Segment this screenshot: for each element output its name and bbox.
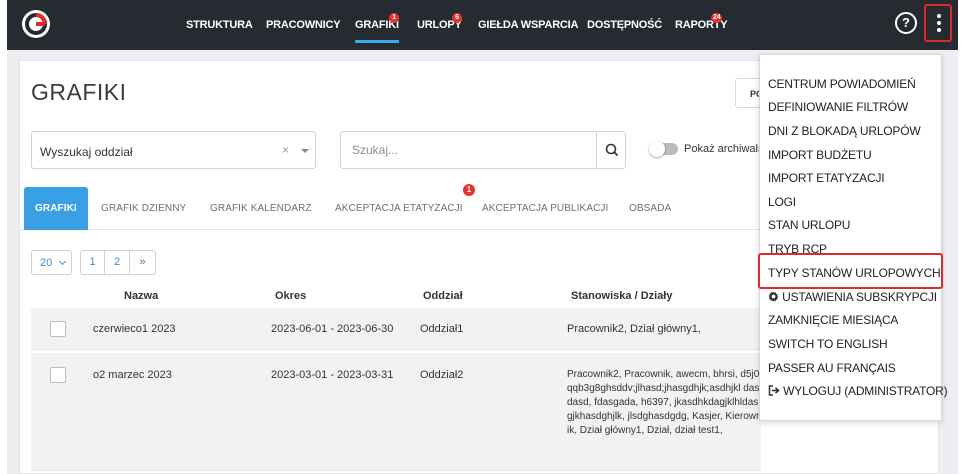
page-next-button[interactable]: » [129,250,156,275]
nav-badge-grafiki: 1 [389,13,399,23]
page-button-1[interactable]: 1 [80,250,105,275]
menu-item-import-etatyzacji[interactable]: IMPORT ETATYZACJI [768,171,885,185]
cell-name[interactable]: o2 marzec 2023 [93,369,172,381]
page-button-2[interactable]: 2 [104,250,130,275]
row-checkbox[interactable] [50,321,66,337]
nav-item-pracownicy[interactable]: PRACOWNICY [266,19,341,31]
kebab-dot-icon [937,28,941,32]
more-options-menu: CENTRUM POWIADOMIEŃ DEFINIOWANIE FILTRÓW… [759,54,948,421]
chevron-down-icon [58,257,67,266]
department-select-value: Wyszukaj oddział [40,145,133,159]
search-icon [605,143,619,157]
column-header-nazwa[interactable]: Nazwa [124,290,158,302]
menu-item-ustawienia-subskrypcji[interactable]: USTAWIENIA SUBSKRYPCJI [768,290,937,304]
menu-item-switch-to-english[interactable]: SWITCH TO ENGLISH [768,337,888,351]
app-logo-icon[interactable] [21,9,51,39]
clear-icon[interactable]: × [282,143,289,157]
more-menu-button[interactable] [924,4,952,42]
top-navbar: STRUKTURA PRACOWNICY GRAFIKI 1 URLOPY 6 … [7,0,958,50]
row-checkbox[interactable] [50,367,66,383]
menu-item-wyloguj[interactable]: WYLOGUJ (ADMINISTRATOR) [768,384,948,398]
tab-akceptacja-etatyzacji[interactable]: AKCEPTACJA ETATYZACJI [335,203,463,214]
logout-icon [768,385,780,396]
menu-item-definiowanie-filtrow[interactable]: DEFINIOWANIE FILTRÓW [768,100,908,114]
tab-badge: 1 [463,184,475,196]
menu-item-zamkniecie-miesiaca[interactable]: ZAMKNIĘCIE MIESIĄCA [768,313,898,327]
kebab-dot-icon [937,21,941,25]
tab-obsada[interactable]: OBSADA [629,203,671,214]
kebab-dot-icon [937,14,941,18]
cell-name[interactable]: czerwieco1 2023 [93,323,176,335]
search-field [340,131,626,169]
nav-item-raporty[interactable]: RAPORTY 24 [675,13,728,31]
search-button[interactable] [596,132,626,168]
menu-item-import-budzetu[interactable]: IMPORT BUDŻETU [768,148,872,162]
highlight-outline [758,253,943,289]
tab-grafik-dzienny[interactable]: GRAFIK DZIENNY [101,203,186,214]
nav-badge-urlopy: 6 [452,13,462,23]
column-header-okres[interactable]: Okres [275,290,306,302]
cell-department: Oddział2 [420,369,464,381]
page-title: GRAFIKI [31,79,127,105]
archive-toggle[interactable] [649,141,678,157]
column-header-oddzial[interactable]: Oddział [423,290,463,302]
nav-item-urlopy[interactable]: URLOPY 6 [417,13,462,31]
nav-item-gielda-wsparcia[interactable]: GIEŁDA WSPARCIA [478,19,578,31]
help-icon[interactable]: ? [895,12,917,34]
nav-item-struktura[interactable]: STRUKTURA [186,19,253,31]
tab-grafik-kalendarz[interactable]: GRAFIK KALENDARZ [210,203,312,214]
menu-item-logi[interactable]: LOGI [768,195,796,209]
nav-item-dostepnosc[interactable]: DOSTĘPNOŚĆ [587,19,662,31]
menu-item-dni-z-blokada-urlopow[interactable]: DNI Z BLOKADĄ URLOPÓW [768,124,921,138]
cell-positions: Pracownik2, Dział główny1, [567,323,701,335]
menu-item-label: WYLOGUJ (ADMINISTRATOR) [783,384,948,398]
cell-period: 2023-03-01 - 2023-03-31 [271,369,394,381]
nav-item-grafiki[interactable]: GRAFIKI 1 [355,13,399,43]
caret-down-icon[interactable] [301,149,309,153]
page-size-value: 20 [40,257,53,269]
menu-item-passer-au-francais[interactable]: PASSER AU FRANÇAIS [768,361,896,375]
gear-icon [768,291,779,302]
cell-positions: Pracownik2, Pracownik, awecm, bhrsi, d5j… [567,369,762,436]
menu-item-centrum-powiadomien[interactable]: CENTRUM POWIADOMIEŃ [768,77,916,91]
archive-toggle-label: Pokaż archiwalne [684,143,771,155]
tab-akceptacja-publikacji[interactable]: AKCEPTACJA PUBLIKACJI [482,203,608,214]
cell-period: 2023-06-01 - 2023-06-30 [271,323,394,335]
tab-grafiki[interactable]: GRAFIKI [24,187,88,230]
department-select[interactable]: Wyszukaj oddział × [31,131,316,169]
cell-department: Oddział1 [420,323,464,335]
search-input[interactable] [342,133,592,167]
column-header-stanowiska[interactable]: Stanowiska / Działy [571,290,672,302]
page-size-select[interactable]: 20 [31,250,72,275]
menu-item-label: USTAWIENIA SUBSKRYPCJI [782,290,937,304]
menu-item-stan-urlopu[interactable]: STAN URLOPU [768,218,850,232]
toggle-knob [649,141,665,157]
